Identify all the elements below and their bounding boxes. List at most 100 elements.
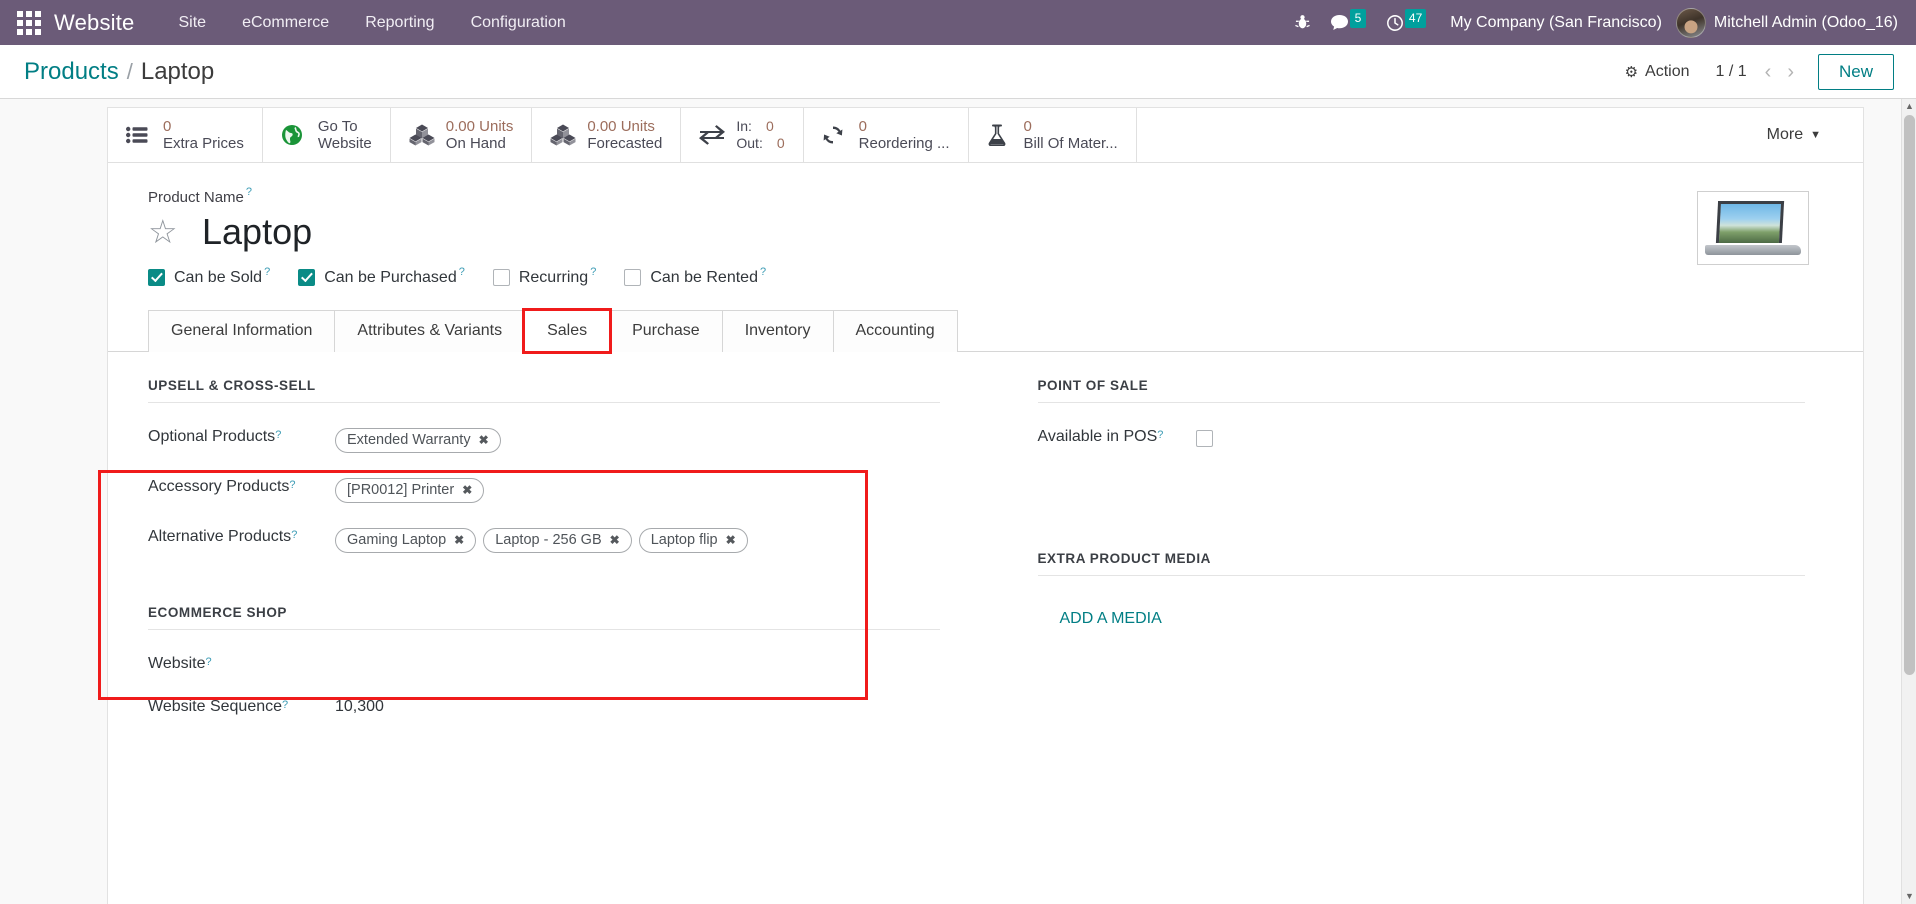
field-accessory-products: Accessory Products? [PR0012] Printer ✖ xyxy=(148,475,940,503)
navbar-right-tools: 5 47 My Company (San Francisco) Mitchell… xyxy=(1285,0,1902,45)
recurring-checkbox[interactable] xyxy=(492,269,510,287)
menu-configuration[interactable]: Configuration xyxy=(453,0,584,45)
menu-reporting[interactable]: Reporting xyxy=(347,0,452,45)
help-tooltip-icon[interactable]: ? xyxy=(289,479,295,491)
help-tooltip-icon[interactable]: ? xyxy=(590,266,596,278)
stat-text: 0 Extra Prices xyxy=(163,118,244,153)
close-x-icon[interactable]: ✖ xyxy=(462,483,472,497)
tab-inventory[interactable]: Inventory xyxy=(721,309,834,352)
can-be-sold-checkbox[interactable] xyxy=(148,269,165,287)
stat-out-value: 0 xyxy=(776,135,785,151)
website-sequence-value[interactable]: 10,300 xyxy=(335,695,940,716)
stat-text: 0 Reordering ... xyxy=(859,118,950,153)
stat-label: Reordering ... xyxy=(858,135,950,152)
tag-item[interactable]: [PR0012] Printer ✖ xyxy=(335,477,485,503)
product-name-label-text: Product Name xyxy=(148,189,244,206)
close-x-icon[interactable]: ✖ xyxy=(479,433,489,447)
website-label: Website? xyxy=(148,654,212,672)
tab-general-information[interactable]: General Information xyxy=(148,309,336,352)
field-recurring[interactable]: Recurring? xyxy=(492,266,596,287)
tab-sales[interactable]: Sales xyxy=(522,307,613,354)
activities-counter-button[interactable]: 47 xyxy=(1376,0,1436,45)
grid-apps-icon[interactable] xyxy=(16,10,42,36)
product-name-value[interactable]: Laptop xyxy=(202,213,312,251)
messages-counter-button[interactable]: 5 xyxy=(1320,0,1376,45)
field-can-be-sold[interactable]: Can be Sold? xyxy=(148,266,270,287)
stat-in-row: In: 0 xyxy=(736,118,784,135)
stat-value: 0.00 Units xyxy=(445,117,514,135)
add-a-media-button[interactable]: ADD A MEDIA xyxy=(1060,610,1162,628)
tag-label: Laptop flip xyxy=(650,531,718,548)
stat-button-extra-prices[interactable]: 0 Extra Prices xyxy=(108,108,263,162)
help-tooltip-icon[interactable]: ? xyxy=(1157,429,1163,441)
laptop-product-image xyxy=(1705,199,1801,257)
tag-item[interactable]: Gaming Laptop ✖ xyxy=(335,527,477,553)
stat-value: 0 xyxy=(163,117,172,135)
menu-ecommerce[interactable]: eCommerce xyxy=(224,0,347,45)
exchange-icon xyxy=(699,125,726,145)
new-button[interactable]: New xyxy=(1817,53,1894,90)
tab-attributes-variants[interactable]: Attributes & Variants xyxy=(334,309,526,352)
bug-icon[interactable] xyxy=(1285,0,1320,45)
more-label: More xyxy=(1766,126,1804,143)
alternative-products-tags[interactable]: Gaming Laptop ✖ Laptop - 256 GB ✖ Laptop… xyxy=(335,525,940,553)
field-can-be-rented[interactable]: Can be Rented? xyxy=(624,266,766,287)
stat-button-in-out[interactable]: In: 0 Out: 0 xyxy=(681,108,804,162)
tag-item[interactable]: Extended Warranty ✖ xyxy=(335,427,501,453)
breadcrumb: Products / Laptop xyxy=(24,58,214,86)
tab-purchase[interactable]: Purchase xyxy=(609,309,723,352)
can-be-purchased-checkbox[interactable] xyxy=(298,269,316,287)
available-in-pos-checkbox[interactable] xyxy=(1196,429,1214,447)
stat-button-forecasted[interactable]: 0.00 Units Forecasted xyxy=(532,108,682,162)
help-tooltip-icon[interactable]: ? xyxy=(760,266,766,278)
app-brand-website[interactable]: Website xyxy=(54,10,134,36)
field-can-be-purchased[interactable]: Can be Purchased? xyxy=(298,266,465,287)
user-name-label: Mitchell Admin (Odoo_16) xyxy=(1713,13,1898,31)
tag-item[interactable]: Laptop - 256 GB ✖ xyxy=(483,527,632,553)
stat-value: 0 xyxy=(1023,117,1032,135)
website-value[interactable] xyxy=(335,652,940,655)
field-optional-products: Optional Products? Extended Warranty ✖ xyxy=(148,425,940,453)
group-title-extra-product-media: Extra Product Media xyxy=(1037,551,1805,576)
scroll-up-arrow[interactable]: ▲ xyxy=(1902,99,1916,114)
stat-button-on-hand[interactable]: 0.00 Units On Hand xyxy=(391,108,533,162)
product-image[interactable] xyxy=(1697,191,1809,265)
available-in-pos-control[interactable] xyxy=(1196,427,1805,447)
help-tooltip-icon[interactable]: ? xyxy=(275,429,281,441)
scroll-down-arrow[interactable]: ▼ xyxy=(1902,889,1916,904)
tag-item[interactable]: Laptop flip ✖ xyxy=(638,527,748,553)
list-icon xyxy=(126,126,152,144)
action-menu-button[interactable]: ⚙ Action xyxy=(1609,57,1706,87)
vertical-scrollbar[interactable]: ▲ ▼ xyxy=(1901,99,1916,904)
can-be-rented-checkbox[interactable] xyxy=(624,269,642,287)
stat-button-bill-of-materials[interactable]: 0 Bill Of Mater... xyxy=(969,108,1137,162)
help-tooltip-icon[interactable]: ? xyxy=(291,529,297,541)
help-tooltip-icon[interactable]: ? xyxy=(282,699,288,711)
tab-accounting[interactable]: Accounting xyxy=(832,309,958,352)
more-stat-buttons-dropdown[interactable]: More ▼ xyxy=(1739,108,1863,162)
breadcrumb-products-link[interactable]: Products xyxy=(24,58,119,86)
menu-site[interactable]: Site xyxy=(160,0,224,45)
record-pager: 1 / 1 xyxy=(1715,62,1747,80)
close-x-icon[interactable]: ✖ xyxy=(454,533,464,547)
accessory-products-tags[interactable]: [PR0012] Printer ✖ xyxy=(335,475,940,503)
optional-products-tags[interactable]: Extended Warranty ✖ xyxy=(335,425,940,453)
stat-label: Extra Prices xyxy=(163,135,244,152)
star-outline-icon[interactable]: ☆ xyxy=(148,215,186,248)
help-tooltip-icon[interactable]: ? xyxy=(206,656,212,668)
chevron-right-icon[interactable]: › xyxy=(1779,62,1802,82)
scrollbar-thumb[interactable] xyxy=(1904,115,1915,675)
stat-button-reordering-rules[interactable]: 0 Reordering ... xyxy=(804,108,969,162)
messages-count-badge: 5 xyxy=(1349,9,1366,28)
help-tooltip-icon[interactable]: ? xyxy=(264,266,270,278)
close-x-icon[interactable]: ✖ xyxy=(726,533,736,547)
stat-text: In: 0 Out: 0 xyxy=(736,118,784,152)
stat-button-go-to-website[interactable]: Go To Website xyxy=(263,108,391,162)
close-x-icon[interactable]: ✖ xyxy=(610,533,620,547)
user-menu[interactable]: Mitchell Admin (Odoo_16) xyxy=(1675,7,1902,38)
field-available-in-pos: Available in POS? xyxy=(1038,425,1806,447)
help-tooltip-icon[interactable]: ? xyxy=(459,266,465,278)
help-tooltip-icon[interactable]: ? xyxy=(246,186,252,198)
company-switcher[interactable]: My Company (San Francisco) xyxy=(1436,14,1676,32)
chevron-left-icon[interactable]: ‹ xyxy=(1757,62,1780,82)
